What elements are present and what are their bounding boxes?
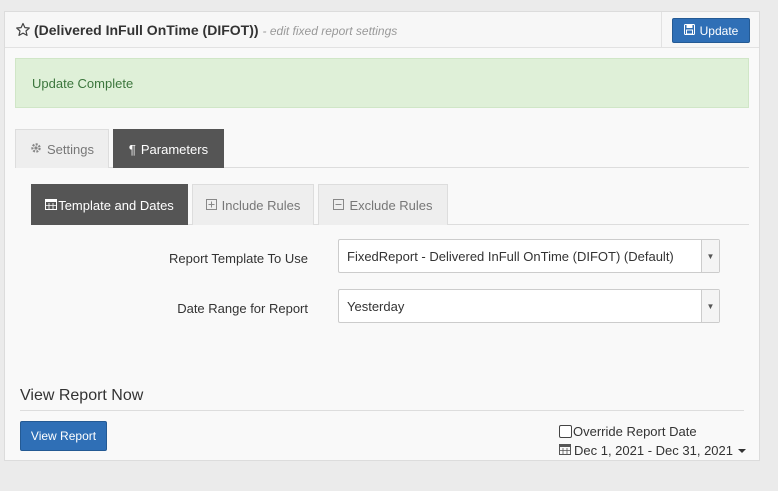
chevron-down-icon: ▼ <box>701 240 719 272</box>
section-divider <box>20 410 744 411</box>
caret-down-icon <box>738 448 746 453</box>
update-button-label: Update <box>699 23 739 38</box>
date-range-value: Dec 1, 2021 - Dec 31, 2021 <box>574 443 733 458</box>
tab-template-and-dates[interactable]: Template and Dates <box>31 184 188 225</box>
tab-include-label: Include Rules <box>221 197 301 213</box>
tab-exclude-label: Exclude Rules <box>349 197 433 213</box>
date-range-label: Date Range for Report <box>177 301 308 316</box>
report-title: (Delivered InFull OnTime (DIFOT)) <box>34 22 259 38</box>
tab-parameters-label: Parameters <box>140 141 209 157</box>
tab-template-label: Template and Dates <box>58 197 174 213</box>
calendar-icon <box>559 443 571 458</box>
page-title: (Delivered InFull OnTime (DIFOT)) - edit … <box>34 22 397 38</box>
override-checkbox[interactable] <box>559 425 572 438</box>
template-label: Report Template To Use <box>169 251 308 266</box>
tab-include-rules[interactable]: Include Rules <box>192 184 314 225</box>
date-range-select[interactable]: Yesterday ▼ <box>338 289 720 323</box>
main-tabs: Settings ¶ Parameters <box>15 129 749 168</box>
date-range-select-value: Yesterday <box>347 299 405 314</box>
tab-exclude-rules[interactable]: Exclude Rules <box>318 184 448 225</box>
update-button[interactable]: Update <box>672 18 750 43</box>
minus-square-icon <box>333 198 345 213</box>
tab-settings-label: Settings <box>47 141 94 157</box>
panel-header: (Delivered InFull OnTime (DIFOT)) - edit … <box>5 12 759 48</box>
template-select[interactable]: FixedReport - Delivered InFull OnTime (D… <box>338 239 720 273</box>
alert-message: Update Complete <box>32 76 134 91</box>
tab-parameters[interactable]: ¶ Parameters <box>113 129 224 168</box>
header-divider <box>661 12 662 48</box>
override-report-date[interactable]: Override Report Date <box>559 424 697 439</box>
save-icon <box>683 23 695 38</box>
template-select-value: FixedReport - Delivered InFull OnTime (D… <box>347 249 674 264</box>
success-alert: Update Complete <box>15 58 749 108</box>
calendar-icon <box>45 198 58 213</box>
chevron-down-icon: ▼ <box>701 290 719 322</box>
plus-square-icon <box>205 198 217 213</box>
view-report-heading: View Report Now <box>20 387 144 404</box>
report-subtitle: - edit fixed report settings <box>262 24 398 38</box>
star-icon[interactable] <box>15 22 31 38</box>
date-range-picker[interactable]: Dec 1, 2021 - Dec 31, 2021 <box>559 443 746 458</box>
paragraph-icon: ¶ <box>128 141 136 157</box>
sub-tabs: Template and Dates Include Rules Exclude… <box>31 184 749 225</box>
tab-settings[interactable]: Settings <box>15 129 109 168</box>
view-report-button[interactable]: View Report <box>20 421 107 451</box>
gear-icon <box>30 142 42 157</box>
override-label: Override Report Date <box>573 424 697 439</box>
report-settings-panel: (Delivered InFull OnTime (DIFOT)) - edit … <box>4 11 760 461</box>
